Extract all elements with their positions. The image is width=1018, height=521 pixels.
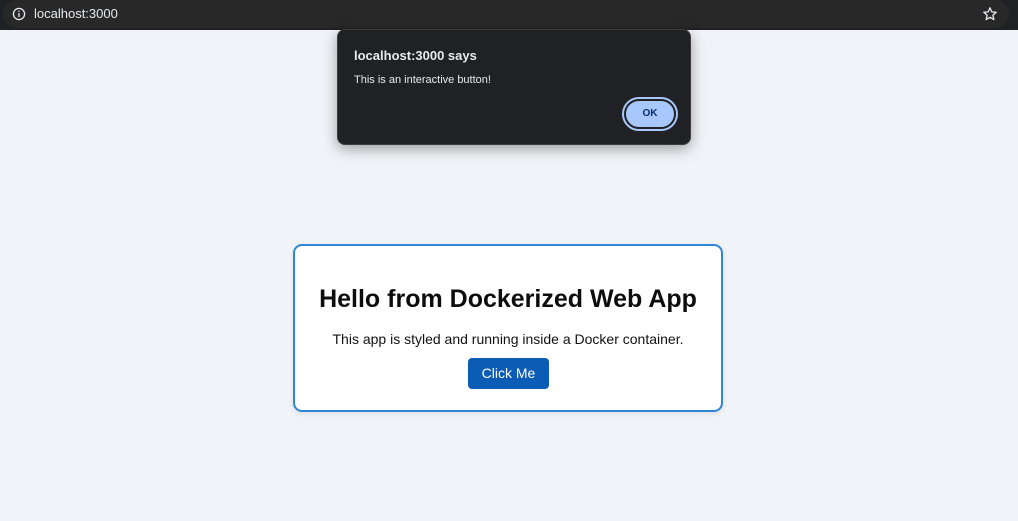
dialog-title: localhost:3000 says: [354, 48, 477, 63]
dialog-message: This is an interactive button!: [354, 74, 491, 86]
page-title: Hello from Dockerized Web App: [319, 285, 697, 313]
alert-dialog: localhost:3000 says This is an interacti…: [337, 29, 691, 145]
welcome-card: Hello from Dockerized Web App This app i…: [293, 244, 723, 412]
browser-toolbar: localhost:3000: [0, 0, 1018, 30]
star-icon[interactable]: [982, 6, 998, 22]
address-bar[interactable]: localhost:3000: [3, 0, 1009, 28]
page-description: This app is styled and running inside a …: [332, 331, 684, 347]
info-icon[interactable]: [12, 7, 26, 21]
ok-button[interactable]: OK: [622, 97, 678, 131]
click-me-button[interactable]: Click Me: [468, 358, 549, 389]
url-text[interactable]: localhost:3000: [34, 7, 118, 21]
